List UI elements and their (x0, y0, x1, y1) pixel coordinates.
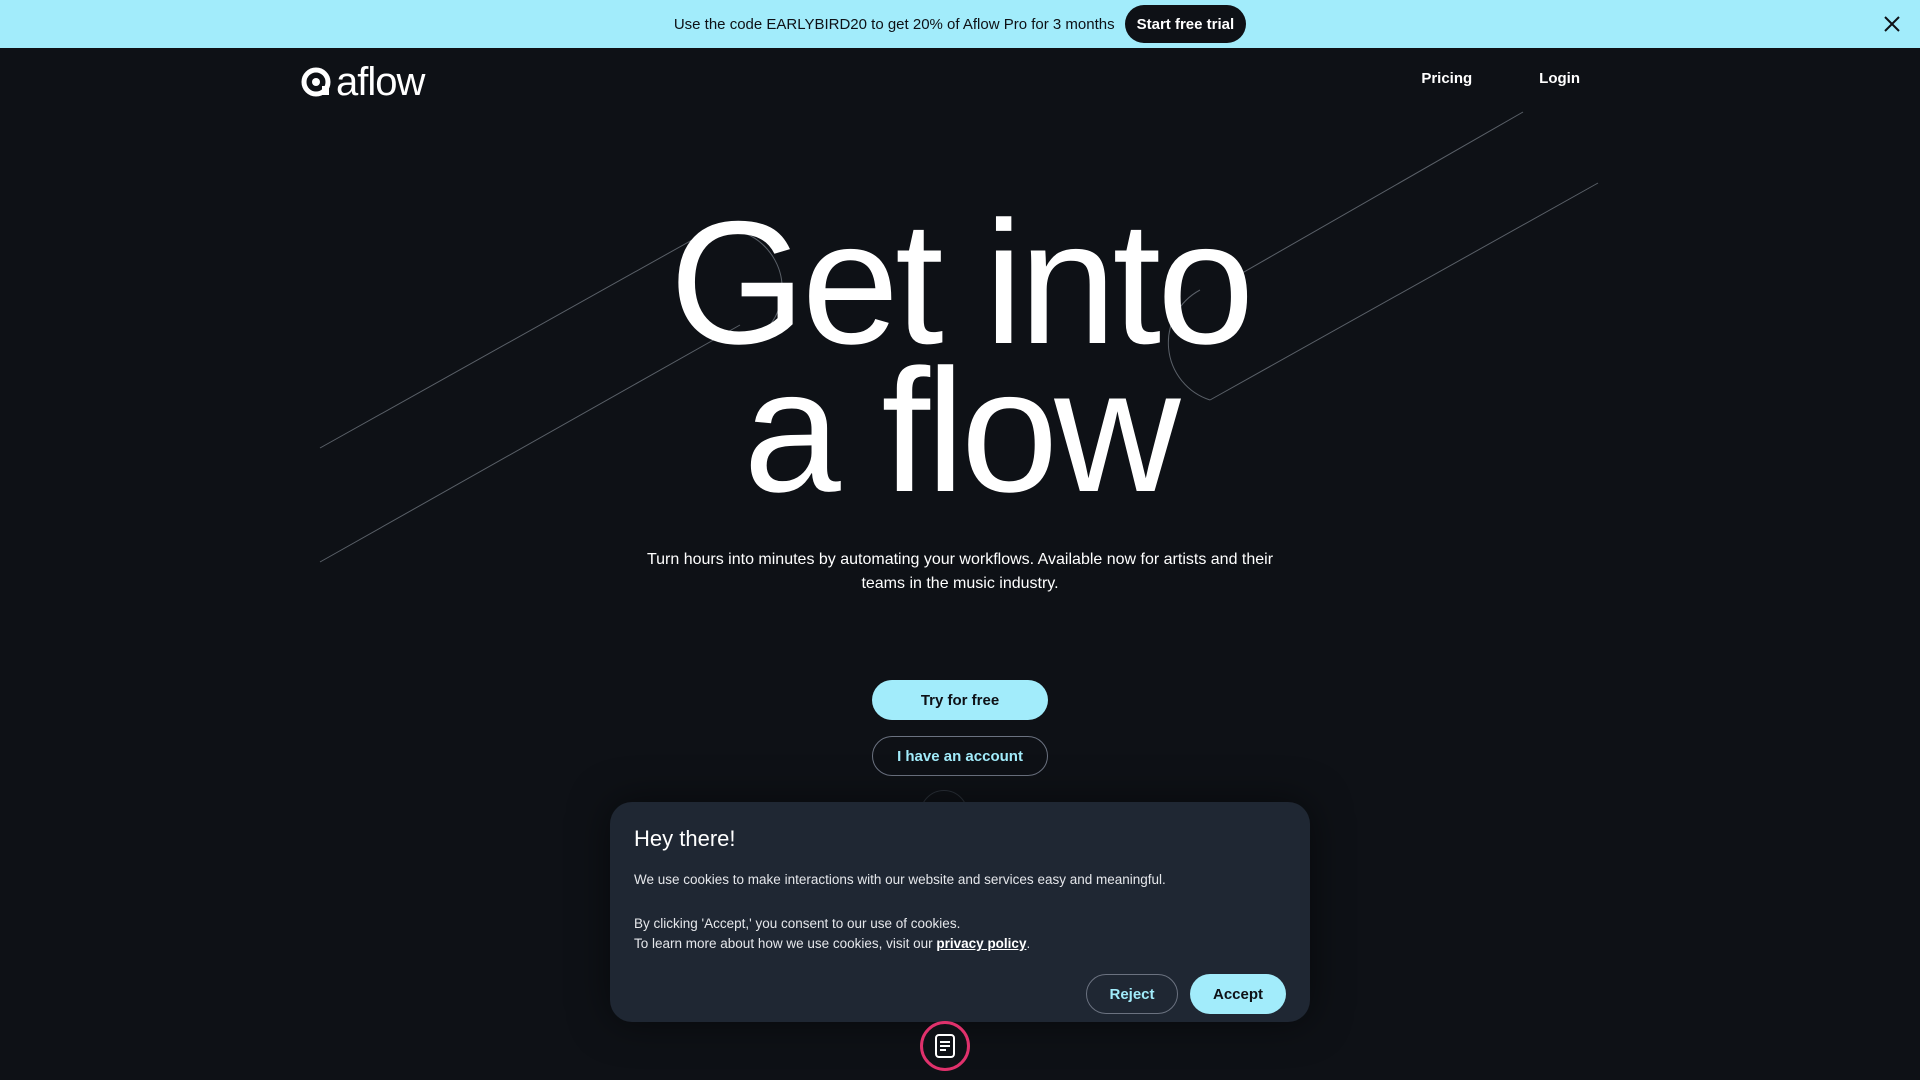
cookie-actions: Reject Accept (1086, 974, 1286, 1014)
cookie-text-2: By clicking 'Accept,' you consent to our… (634, 916, 961, 931)
start-free-trial-button[interactable]: Start free trial (1124, 5, 1247, 43)
reject-cookies-button[interactable]: Reject (1086, 974, 1178, 1014)
accept-cookies-button[interactable]: Accept (1190, 974, 1286, 1014)
nav-pricing[interactable]: Pricing (1421, 70, 1472, 87)
promo-text: Use the code EARLYBIRD20 to get 20% of A… (673, 15, 1115, 33)
cookie-text-1: We use cookies to make interactions with… (634, 872, 1166, 887)
hero-title: Get into a flow (0, 196, 1920, 519)
cookie-text-3: To learn more about how we use cookies, … (634, 934, 1286, 954)
nav-login[interactable]: Login (1539, 70, 1580, 87)
cookie-title: Hey there! (634, 826, 736, 851)
try-for-free-button[interactable]: Try for free (872, 680, 1048, 720)
aflow-logo-icon (301, 67, 331, 97)
hero-subtitle: Turn hours into minutes by automating yo… (646, 551, 1274, 592)
document-icon (935, 1034, 955, 1058)
promo-banner: Use the code EARLYBIRD20 to get 20% of A… (0, 0, 1920, 48)
cookie-text-3-suffix: . (1026, 936, 1031, 951)
hero-title-line2: a flow (743, 334, 1180, 529)
cookie-text-3-prefix: To learn more about how we use cookies, … (634, 936, 937, 951)
logo[interactable]: aflow (300, 60, 425, 104)
page: Use the code EARLYBIRD20 to get 20% of A… (0, 0, 1920, 1080)
logo-text: aflow (336, 60, 425, 104)
document-fab[interactable] (920, 1021, 970, 1071)
have-account-button[interactable]: I have an account (872, 736, 1048, 776)
close-icon[interactable] (1880, 12, 1904, 36)
top-nav: Pricing Login (1421, 70, 1580, 87)
cookie-consent-modal: Hey there! We use cookies to make intera… (610, 802, 1310, 1022)
privacy-policy-link[interactable]: privacy policy (936, 936, 1026, 951)
